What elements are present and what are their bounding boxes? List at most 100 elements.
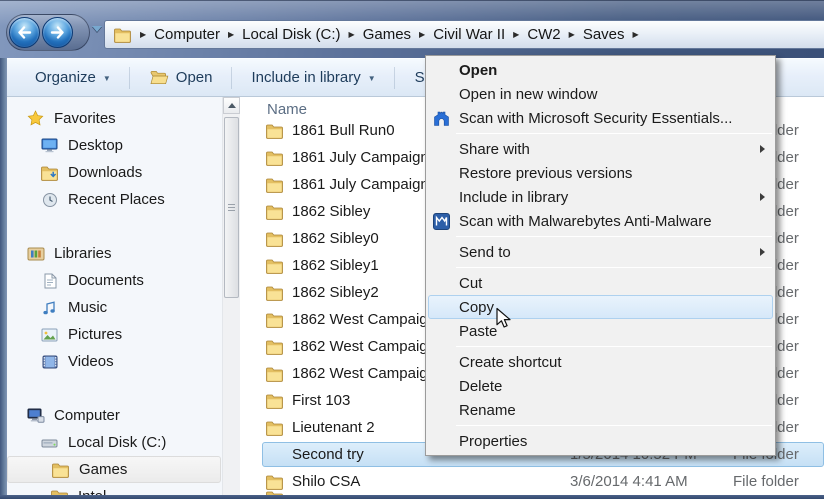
file-name: 1862 West Campaign (292, 311, 436, 328)
breadcrumb: ▶ Computer ▶ Local Disk (C:) ▶ Games ▶ Civil Wa… (132, 26, 647, 43)
sidebar-scrollbar[interactable] (222, 97, 240, 495)
breadcrumb-segment-games[interactable]: Games (363, 26, 411, 43)
menu-item-label: Open (459, 62, 497, 79)
chevron-down-icon: ▼ (368, 74, 376, 83)
file-name: 1862 Sibley1 (292, 257, 379, 274)
explorer-window: ▶ Computer ▶ Local Disk (C:) ▶ Games ▶ Civil Wa… (0, 0, 824, 499)
sidebar-group-favorites[interactable]: Favorites (7, 105, 222, 132)
context-menu: Open Open in new windowScan with Microsof… (425, 55, 776, 456)
sidebar-item-label: Games (79, 461, 127, 478)
menu-item-scan-with-microsoft-security-essentials[interactable]: Scan with Microsoft Security Essentials.… (426, 106, 775, 130)
open-folder-icon (150, 70, 169, 85)
sidebar-group-libraries[interactable]: Libraries (7, 240, 222, 267)
sidebar-item-label: Local Disk (C:) (68, 434, 166, 451)
menu-item-properties[interactable]: Properties (426, 429, 775, 453)
navigation-pane: FavoritesDesktop Downloads Recent Places Li… (7, 97, 222, 495)
toolbar-separator (231, 67, 232, 89)
recent-pages-dropdown chevron-down-icon[interactable] (92, 26, 102, 32)
file-name: 1861 July Campaign (292, 149, 429, 166)
scrollbar-thumb[interactable] (224, 117, 239, 298)
breadcrumb-arrow[interactable]: ▶ (228, 30, 234, 39)
breadcrumb-arrow[interactable]: ▶ (419, 30, 425, 39)
breadcrumb-arrow[interactable]: ▶ (513, 30, 519, 39)
breadcrumb-segment-local-disk-c[interactable]: Local Disk (C:) (242, 26, 340, 43)
menu-item-rename[interactable]: Rename (426, 398, 775, 422)
menu-item-cut[interactable]: Cut (426, 271, 775, 295)
sidebar-item-label: Downloads (68, 164, 142, 181)
breadcrumb-arrow[interactable]: ▶ (140, 30, 146, 39)
menu-item-label: Scan with Malwarebytes Anti-Malware (459, 213, 712, 230)
sidebar-item-label: Music (68, 299, 107, 316)
arrow-left-icon (15, 26, 34, 39)
address-bar[interactable]: ▶ Computer ▶ Local Disk (C:) ▶ Games ▶ Civil Wa… (104, 20, 824, 49)
menu-item-send-to[interactable]: Send to (426, 240, 775, 264)
breadcrumb-arrow[interactable]: ▶ (633, 30, 639, 39)
sidebar-group-computer[interactable]: Computer (7, 402, 222, 429)
sidebar-item-label: Intel (78, 488, 106, 495)
folder-icon (265, 150, 284, 166)
sidebar-item-music[interactable]: Music (7, 294, 222, 321)
toolbar-button-organize[interactable]: Organize▼ (23, 65, 123, 91)
breadcrumb-segment-saves[interactable]: Saves (583, 26, 625, 43)
window-chrome: ▶ Computer ▶ Local Disk (C:) ▶ Games ▶ Civil Wa… (0, 0, 824, 58)
menu-item-label: Restore previous versions (459, 165, 632, 182)
sidebar-item-desktop[interactable]: Desktop (7, 132, 222, 159)
arrow-right-icon (48, 26, 67, 39)
sidebar-item-intel[interactable]: Intel (7, 483, 222, 495)
submenu-arrow-icon (760, 145, 765, 153)
file-name: 1861 Bull Run0 (292, 122, 395, 139)
column-header-name[interactable]: Name (267, 101, 307, 118)
sidebar-item-pictures[interactable]: Pictures (7, 321, 222, 348)
menu-item-scan-with-malwarebytes-anti-malware[interactable]: Scan with Malwarebytes Anti-Malware (426, 209, 775, 233)
nav-buttons (6, 14, 90, 51)
scrollbar-up-button[interactable] (223, 97, 240, 114)
menu-item-copy[interactable]: Copy (426, 295, 775, 319)
sidebar-item-label: Videos (68, 353, 114, 370)
menu-item-create-shortcut[interactable]: Create shortcut (426, 350, 775, 374)
sidebar-item-documents[interactable]: Documents (7, 267, 222, 294)
sidebar-item-label: Pictures (68, 326, 122, 343)
malwarebytes-icon (431, 211, 451, 231)
toolbar-button-label: Open (176, 69, 213, 86)
file-name: 1862 Sibley (292, 203, 370, 220)
menu-item-label: Send to (459, 244, 511, 261)
folder-icon (265, 285, 284, 301)
sidebar-item-label: Documents (68, 272, 144, 289)
breadcrumb-segment-civil-war-ii[interactable]: Civil War II (433, 26, 505, 43)
toolbar-button-include-in-library[interactable]: Include in library ▼ (240, 65, 388, 91)
sidebar-item-recent-places[interactable]: Recent Places (7, 186, 222, 213)
folder-icon (51, 462, 70, 478)
toolbar-separator (129, 67, 130, 89)
file-type: File folder (733, 473, 799, 490)
menu-item-open[interactable]: Open (426, 58, 775, 82)
file-row-shilo-csa[interactable]: Shilo CSA3/6/2014 4:41 AMFile folder (240, 468, 824, 495)
music-icon (40, 300, 59, 316)
videos-icon (40, 355, 59, 369)
folder-icon (265, 393, 284, 409)
sidebar-item-games[interactable]: Games (7, 456, 221, 483)
forward-button[interactable] (42, 17, 73, 48)
breadcrumb-segment-computer[interactable]: Computer (154, 26, 220, 43)
sidebar-item-label: Recent Places (68, 191, 165, 208)
sidebar-item-downloads[interactable]: Downloads (7, 159, 222, 186)
menu-separator (456, 267, 772, 268)
sidebar-group-label: Libraries (54, 245, 112, 262)
menu-separator (456, 236, 772, 237)
breadcrumb-arrow[interactable]: ▶ (569, 30, 575, 39)
sidebar-item-local-disk-c[interactable]: Local Disk (C:) (7, 429, 222, 456)
libraries-icon (26, 246, 45, 262)
toolbar-button-open[interactable]: Open (138, 65, 225, 91)
breadcrumb-segment-cw2[interactable]: CW2 (527, 26, 560, 43)
menu-item-delete[interactable]: Delete (426, 374, 775, 398)
menu-item-include-in-library[interactable]: Include in library (426, 185, 775, 209)
chevron-down-icon: ▼ (103, 74, 111, 83)
menu-item-paste[interactable]: Paste (426, 319, 775, 343)
toolbar-button-label: Include in library (252, 69, 361, 86)
menu-item-open-in-new-window[interactable]: Open in new window (426, 82, 775, 106)
window-left-border (0, 58, 7, 499)
back-button[interactable] (9, 17, 40, 48)
menu-item-share-with[interactable]: Share with (426, 137, 775, 161)
sidebar-item-videos[interactable]: Videos (7, 348, 222, 375)
menu-item-restore-previous-versions[interactable]: Restore previous versions (426, 161, 775, 185)
breadcrumb-arrow[interactable]: ▶ (349, 30, 355, 39)
